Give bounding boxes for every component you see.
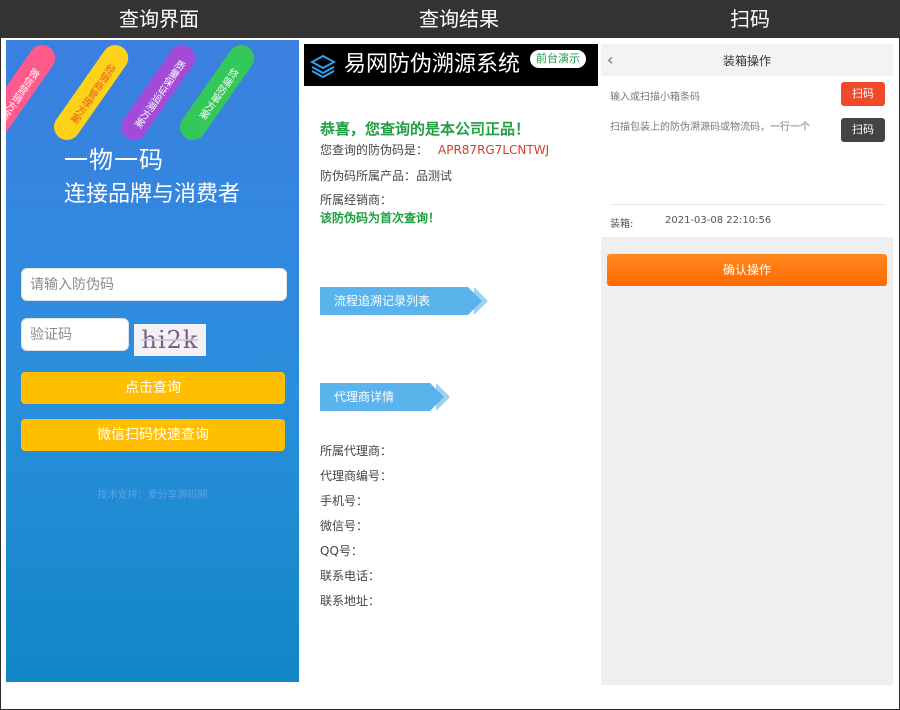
tech-support-footer: 技术支持：爱分享源码网 [97, 490, 208, 501]
chevron-right-icon [474, 287, 488, 315]
agent-field-number: 代理商编号： [320, 469, 393, 483]
agent-field-tel: 联系电话： [320, 569, 381, 583]
scan-box-button[interactable]: 扫码 [841, 82, 885, 106]
first-query-note: 该防伪码为首次查询！ [320, 211, 441, 225]
scan-panel: ‹ 装箱操作 输入或扫描小箱条码 扫码 扫描包装上的防伪溯源码或物流码，一行一个… [601, 44, 893, 685]
box-info-row: 装箱: 2021-03-08 22:10:56 [601, 205, 893, 237]
brand-bar: 易网防伪溯源系统 前台演示 [304, 44, 598, 86]
agent-field-phone: 手机号： [320, 494, 369, 508]
trace-records-section[interactable]: 流程追溯记录列表 [320, 287, 488, 315]
brand-name: 易网防伪溯源系统 [344, 52, 521, 77]
result-panel: 易网防伪溯源系统 前台演示 恭喜，您查询的是本公司正品！ 您查询的防伪码是： AP… [304, 40, 598, 690]
code-input[interactable]: 请输入防伪码 [21, 268, 287, 301]
layers-logo-icon [310, 54, 336, 79]
chevron-right-icon [436, 383, 450, 411]
code-label: 您查询的防伪码是： [320, 143, 429, 157]
scan-trace-button[interactable]: 扫码 [841, 118, 885, 142]
agent-details-label: 代理商详情 [334, 390, 395, 404]
product-label: 防伪码所属产品： [320, 169, 417, 183]
code-row: 您查询的防伪码是： APR87RG7LCNTWJ [320, 141, 549, 158]
slogan-line2: 连接品牌与消费者 [64, 182, 241, 207]
slogan-line1: 一物一码 [64, 146, 164, 174]
dealer-label: 所属经销商： [320, 193, 393, 207]
agent-field-owner: 所属代理商： [320, 444, 393, 458]
product-row: 防伪码所属产品：品测试 [320, 167, 452, 184]
trace-code-textarea[interactable]: 扫描包装上的防伪溯源码或物流码，一行一个 [610, 118, 810, 133]
box-timestamp: 2021-03-08 22:10:56 [665, 215, 772, 226]
scan-nav-bar: ‹ 装箱操作 [601, 44, 893, 76]
box-label: 装箱: [610, 219, 634, 230]
box-barcode-input[interactable]: 输入或扫描小箱条码 [610, 88, 700, 103]
header-query-result: 查询结果 [419, 7, 499, 31]
wechat-scan-button[interactable]: 微信扫码快速查询 [21, 419, 285, 451]
captcha-input[interactable]: 验证码 [21, 318, 129, 351]
demo-badge[interactable]: 前台演示 [530, 50, 586, 68]
genuine-message: 恭喜，您查询的是本公司正品！ [320, 120, 531, 138]
product-value: 品测试 [416, 169, 453, 183]
header-bar: 查询界面 查询结果 扫码 [0, 0, 900, 38]
captcha-image[interactable]: hi2k [134, 324, 206, 356]
code-value: APR87RG7LCNTWJ [438, 143, 550, 157]
agent-field-wechat: 微信号： [320, 519, 369, 533]
agent-details-section[interactable]: 代理商详情 [320, 383, 450, 411]
query-button[interactable]: 点击查询 [21, 372, 285, 404]
agent-field-qq: QQ号： [320, 544, 363, 558]
header-query-interface: 查询界面 [119, 7, 199, 31]
query-panel: 微信营销方案 经销商管理方案 质量保证追溯方案 终端防窜方案 一物一码 连接品牌… [6, 40, 299, 682]
confirm-button[interactable]: 确认操作 [607, 254, 887, 286]
page-title: 装箱操作 [722, 54, 771, 68]
ribbon-wechat: 微信营销方案 [6, 40, 61, 146]
header-scan: 扫码 [730, 7, 770, 31]
agent-field-address: 联系地址： [320, 594, 381, 608]
trace-records-label: 流程追溯记录列表 [334, 294, 431, 308]
